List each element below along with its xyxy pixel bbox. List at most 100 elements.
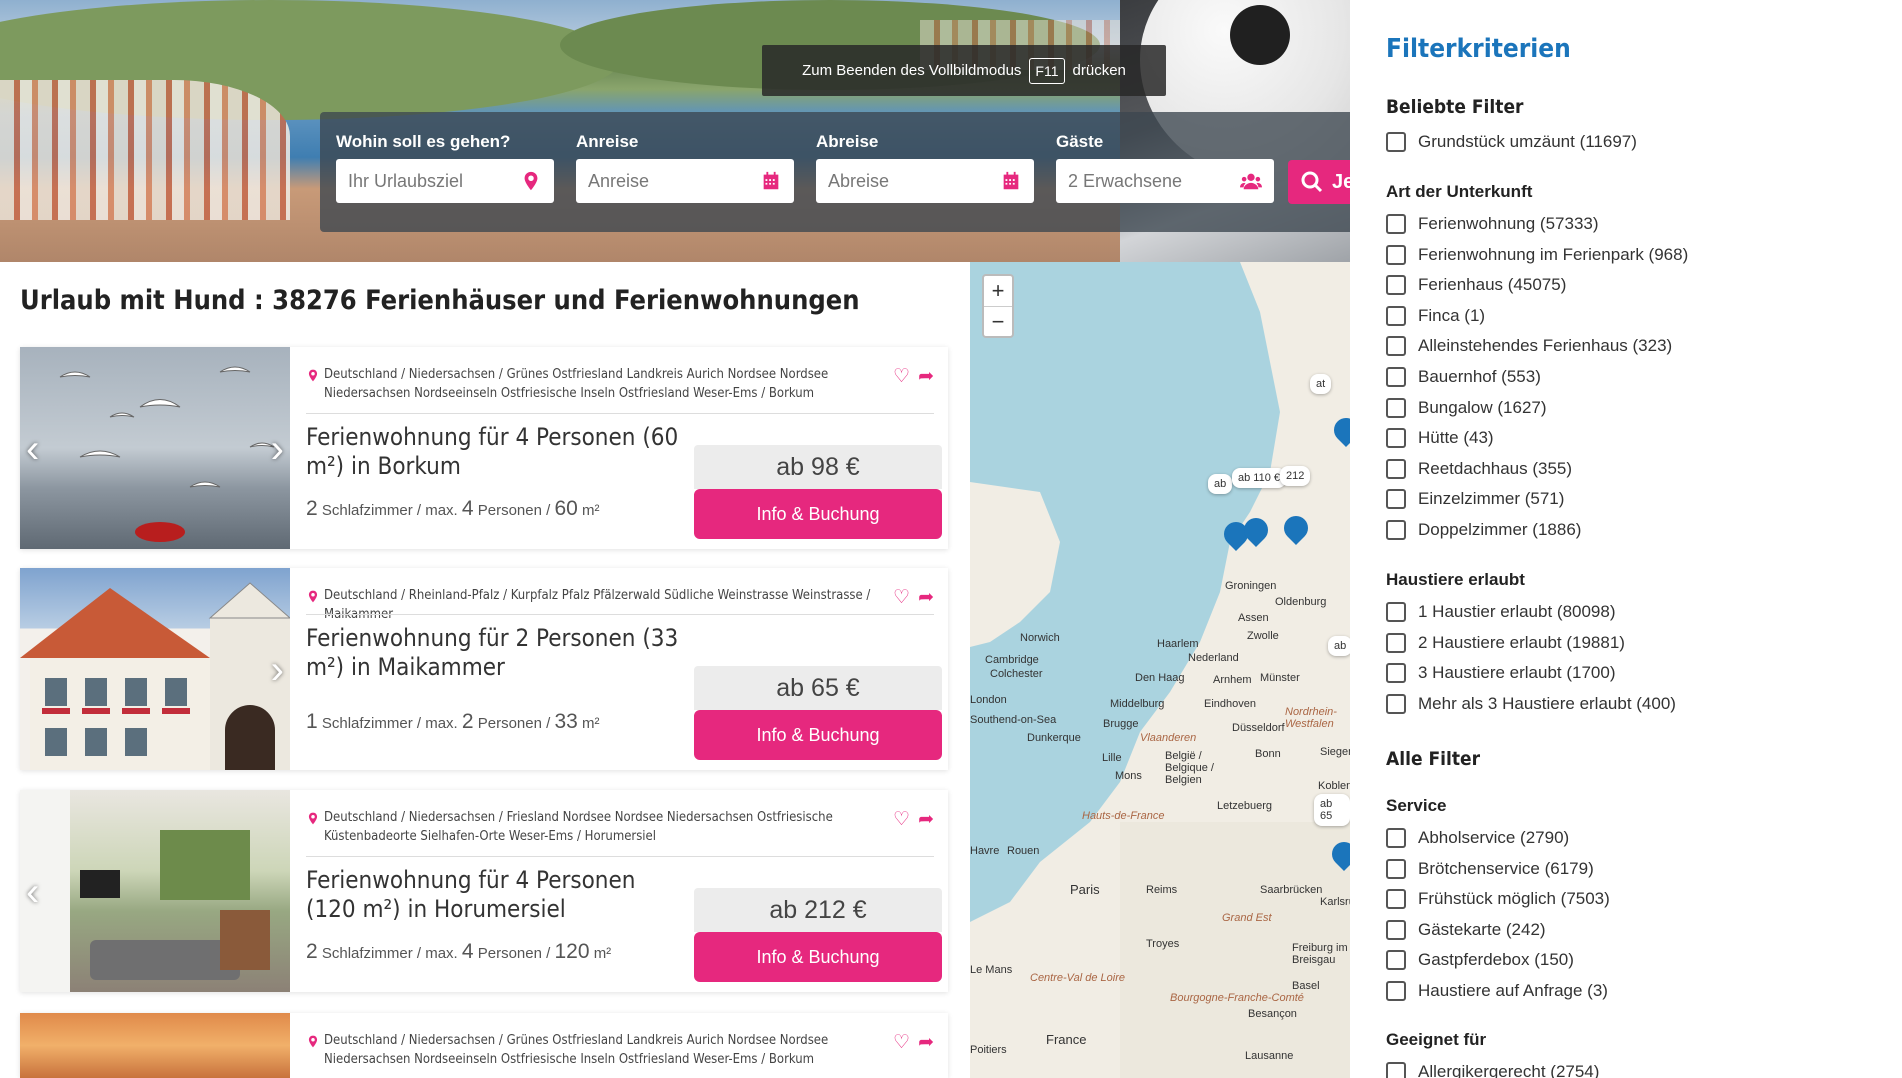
city-label: Haarlem [1157,638,1199,650]
share-icon[interactable]: ➦ [918,1031,934,1054]
filter-checkbox[interactable]: Abholservice (2790) [1386,828,1569,848]
bedrooms-count: 1 [306,710,318,733]
filter-checkbox[interactable]: 2 Haustiere erlaubt (19881) [1386,633,1625,653]
filter-checkbox[interactable]: Ferienhaus (45075) [1386,275,1566,295]
listing-photo-livingroom[interactable]: ‹ [20,790,290,992]
share-icon[interactable]: ➦ [918,365,934,388]
map-price-label[interactable]: ab 65 [1314,794,1350,826]
checkbox[interactable] [1386,275,1406,295]
city-label: Colchester [990,668,1043,680]
checkbox[interactable] [1386,981,1406,1001]
heart-icon[interactable]: ♡ [893,365,910,388]
listing-location[interactable]: Deutschland / Niedersachsen / Friesland … [306,808,906,846]
guests-field: Gäste 2 Erwachsene [1056,132,1274,203]
prev-photo-icon[interactable]: ‹ [26,427,39,472]
filter-checkbox[interactable]: Bauernhof (553) [1386,367,1541,387]
listing-title[interactable]: Ferienwohnung für 2 Personen (33 m²) in … [306,624,686,682]
checkbox[interactable] [1386,663,1406,683]
location-text: Deutschland / Niedersachsen / Friesland … [324,810,833,844]
share-icon[interactable]: ➦ [918,586,934,609]
checkbox[interactable] [1386,367,1406,387]
checkbox[interactable] [1386,1062,1406,1078]
listing-photo-house[interactable]: › [20,568,290,770]
checkbox[interactable] [1386,920,1406,940]
city-label: Grand Est [1222,912,1272,924]
livingroom-illustration [20,790,270,992]
filter-checkbox[interactable]: Allergikergerecht (2754) [1386,1062,1599,1078]
heart-icon[interactable]: ♡ [893,808,910,831]
filter-checkbox[interactable]: Ferienwohnung (57333) [1386,214,1599,234]
filter-checkbox[interactable]: Doppelzimmer (1886) [1386,520,1581,540]
info-booking-button[interactable]: Info & Buchung [694,710,942,760]
checkbox[interactable] [1386,398,1406,418]
checkbox[interactable] [1386,889,1406,909]
map-price-label[interactable]: ab [1208,474,1233,494]
checkbox[interactable] [1386,336,1406,356]
filter-checkbox[interactable]: Grundstück umzäunt (11697) [1386,132,1637,152]
listing-photo-sunset[interactable] [20,1013,290,1078]
checkbox[interactable] [1386,602,1406,622]
zoom-in-button[interactable]: + [984,276,1012,306]
filter-checkbox[interactable]: Finca (1) [1386,306,1485,326]
filter-checkbox[interactable]: Ferienwohnung im Ferienpark (968) [1386,245,1688,265]
filter-checkbox[interactable]: Frühstück möglich (7503) [1386,889,1610,909]
guests-input[interactable]: 2 Erwachsene [1056,159,1274,203]
listing-location[interactable]: Deutschland / Niedersachsen / Grünes Ost… [306,1031,906,1069]
checkbox[interactable] [1386,489,1406,509]
filter-checkbox[interactable]: 3 Haustiere erlaubt (1700) [1386,663,1616,683]
next-photo-icon[interactable]: › [271,427,284,472]
checkbox[interactable] [1386,950,1406,970]
filter-checkbox[interactable]: Alleinstehendes Ferienhaus (323) [1386,336,1672,356]
checkbox[interactable] [1386,245,1406,265]
checkbox[interactable] [1386,694,1406,714]
filter-checkbox[interactable]: Mehr als 3 Haustiere erlaubt (400) [1386,694,1676,714]
checkbox[interactable] [1386,132,1406,152]
filter-checkbox[interactable]: Haustiere auf Anfrage (3) [1386,981,1608,1001]
map-price-label[interactable]: ab 110 € [1232,468,1287,488]
info-booking-button[interactable]: Info & Buchung [694,932,942,982]
listing-card: ‹ › Deutschland / Niedersachsen / Grünes… [20,347,948,549]
checkbox[interactable] [1386,828,1406,848]
checkbox[interactable] [1386,214,1406,234]
listing-location[interactable]: Deutschland / Rheinland-Pfalz / Kurpfalz… [306,586,906,624]
city-label: Southend-on-Sea [970,714,1057,726]
filter-checkbox[interactable]: Einzelzimmer (571) [1386,489,1564,509]
filter-checkbox[interactable]: Brötchenservice (6179) [1386,859,1594,879]
listing-photo-seagulls[interactable]: ‹ › [20,347,290,549]
map-price-label[interactable]: at [1310,374,1332,394]
filter-checkbox[interactable]: Reetdachhaus (355) [1386,459,1572,479]
listing-title[interactable]: Ferienwohnung für 4 Personen (120 m²) in… [306,866,686,924]
info-booking-button[interactable]: Info & Buchung [694,489,942,539]
heart-icon[interactable]: ♡ [893,586,910,609]
departure-input[interactable]: Abreise [816,159,1034,203]
filter-checkbox[interactable]: 1 Haustier erlaubt (80098) [1386,602,1616,622]
checkbox[interactable] [1386,633,1406,653]
city-label: Münster [1260,672,1300,684]
checkbox[interactable] [1386,459,1406,479]
city-label: Norwich [1020,632,1060,644]
destination-field: Wohin soll es gehen? Ihr Urlaubsziel [336,132,554,203]
listing-title[interactable]: Ferienwohnung für 4 Personen (60 m²) in … [306,423,686,481]
map-price-label[interactable]: 212 [1280,466,1311,486]
area-unit: m² [593,945,612,962]
filter-checkbox[interactable]: Gastpferdebox (150) [1386,950,1574,970]
destination-input[interactable]: Ihr Urlaubsziel [336,159,554,203]
price-label: ab 212 € [694,888,942,932]
checkbox[interactable] [1386,306,1406,326]
accommodation-type-heading: Art der Unterkunft [1386,182,1533,201]
listing-location[interactable]: Deutschland / Niedersachsen / Grünes Ost… [306,365,906,403]
filter-checkbox[interactable]: Gästekarte (242) [1386,920,1546,940]
filter-checkbox[interactable]: Hütte (43) [1386,428,1494,448]
share-icon[interactable]: ➦ [918,808,934,831]
next-photo-icon[interactable]: › [271,648,284,693]
zoom-out-button[interactable]: − [984,306,1012,336]
map-price-label[interactable]: ab [1328,636,1350,656]
checkbox[interactable] [1386,428,1406,448]
heart-icon[interactable]: ♡ [893,1031,910,1054]
prev-photo-icon[interactable]: ‹ [26,870,39,915]
filter-checkbox[interactable]: Bungalow (1627) [1386,398,1547,418]
arrival-input[interactable]: Anreise [576,159,794,203]
checkbox[interactable] [1386,520,1406,540]
checkbox[interactable] [1386,859,1406,879]
results-map[interactable]: + − Groningen Oldenburg Assen Zwolle Haa… [970,262,1350,1078]
